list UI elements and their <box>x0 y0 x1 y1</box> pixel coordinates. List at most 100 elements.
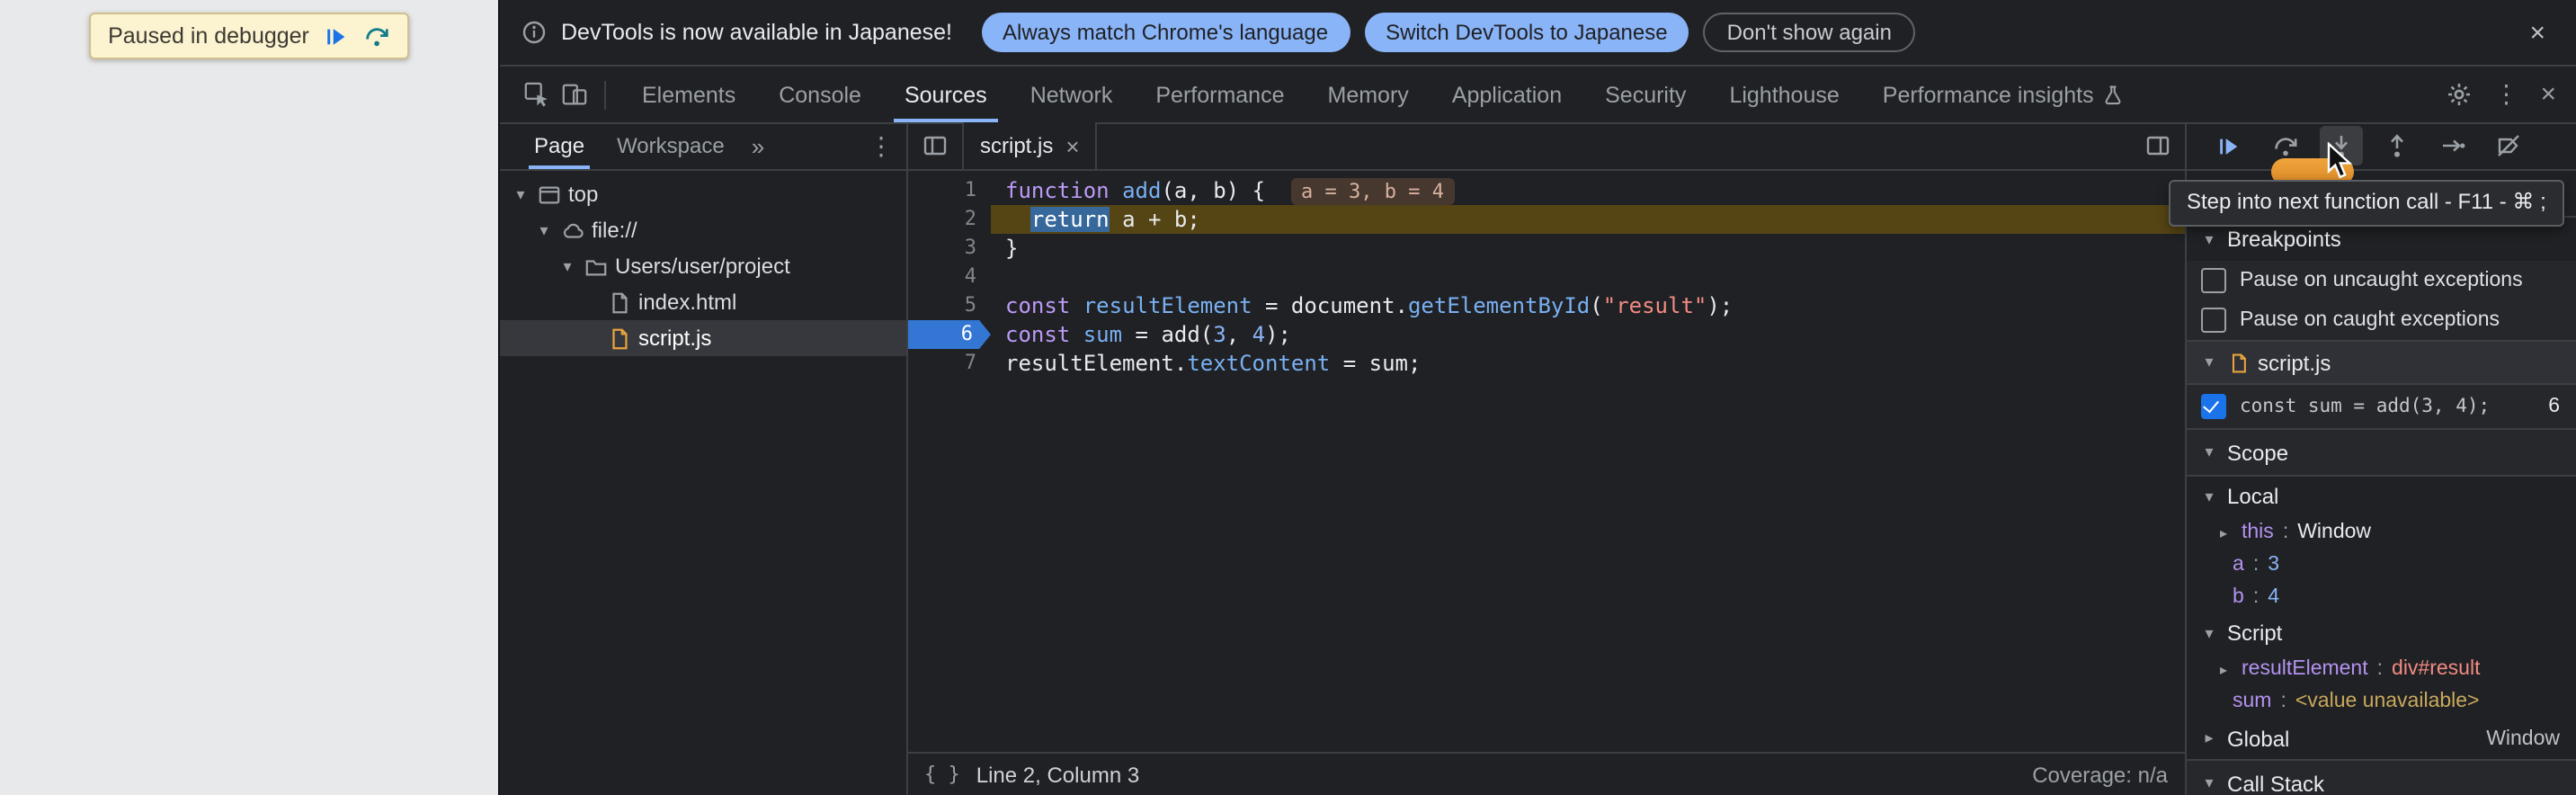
tree-item-users-user-project[interactable]: ▾Users/user/project <box>500 248 906 284</box>
scope-group-summary: Window <box>2486 728 2576 749</box>
code-line[interactable]: } <box>991 234 2184 263</box>
deactivate-breakpoints-icon[interactable] <box>2486 126 2529 165</box>
checkbox-checked[interactable] <box>2200 394 2225 419</box>
tree-item-script-js[interactable]: script.js <box>500 320 906 356</box>
toggle-navigator-icon[interactable] <box>908 133 962 158</box>
scope-group-label: Global <box>2227 726 2289 751</box>
scope-section-header[interactable]: ▾ Scope <box>2186 430 2576 477</box>
tree-item-index-html[interactable]: index.html <box>500 284 906 320</box>
tree-item-file-[interactable]: ▾file:// <box>500 212 906 248</box>
info-icon <box>521 20 547 45</box>
breakpoint-marker[interactable]: 6 <box>908 320 991 349</box>
toggle-label: Pause on caught exceptions <box>2240 309 2500 331</box>
line-number[interactable]: 5 <box>908 291 991 320</box>
scope-group-global[interactable]: ▸ Global Window <box>2186 718 2576 759</box>
code-line[interactable]: const sum = add(3, 4); <box>991 320 2184 349</box>
step-over-icon[interactable] <box>365 23 390 49</box>
tab-label: Performance insights <box>1883 82 2094 107</box>
pretty-print-icon[interactable]: { } <box>924 763 960 786</box>
code-line[interactable] <box>991 263 2184 291</box>
cloud-icon <box>561 219 584 242</box>
more-tabs-icon[interactable]: » <box>744 132 771 159</box>
scope-title: Scope <box>2227 440 2288 465</box>
line-number[interactable]: 4 <box>908 263 991 291</box>
chevron-right-icon: ▸ <box>2200 728 2218 748</box>
scope-group-label: Local <box>2227 484 2278 509</box>
scope-var-value: Window <box>2297 522 2371 543</box>
more-options-icon[interactable]: ⋮ <box>2488 79 2524 110</box>
line-number[interactable]: 7 <box>908 349 991 378</box>
tab-workspace[interactable]: Workspace <box>604 122 737 169</box>
code-line[interactable]: return a + b; <box>991 205 2184 234</box>
file-js-icon <box>2227 352 2249 373</box>
inline-values-hint: a = 3, b = 4 <box>1290 178 1455 205</box>
step-into-tooltip: Step into next function call - F11 - ⌘ ; <box>2169 180 2564 227</box>
breakpoint-file-group[interactable]: ▾ script.js <box>2186 340 2576 385</box>
pause-uncaught-exceptions-toggle[interactable]: Pause on uncaught exceptions <box>2186 261 2576 300</box>
toggle-debugger-sidebar-icon[interactable] <box>2130 133 2184 158</box>
tab-elements[interactable]: Elements <box>620 67 757 122</box>
tab-performance-insights[interactable]: Performance insights <box>1861 67 2146 122</box>
code-line[interactable]: function add(a, b) {a = 3, b = 4 <box>991 176 2184 205</box>
scope-var-resultelement[interactable]: ▸ resultElement: div#result <box>2186 653 2576 685</box>
editor-pane: script.js × 1234567 function add(a, b) {… <box>908 122 2184 795</box>
tab-label: Performance <box>1155 82 1284 107</box>
tab-sources[interactable]: Sources <box>883 67 1009 122</box>
match-chrome-language-button[interactable]: Always match Chrome's language <box>981 13 1350 52</box>
dont-show-again-button[interactable]: Don't show again <box>1704 13 1915 52</box>
frame-icon <box>538 183 561 206</box>
tab-performance[interactable]: Performance <box>1134 67 1306 122</box>
resume-script-icon[interactable] <box>325 24 349 48</box>
breakpoint-code: const sum = add(3, 4); <box>2240 396 2490 417</box>
call-stack-section-header[interactable]: ▾ Call Stack <box>2186 759 2576 795</box>
scope-group-local[interactable]: ▾ Local <box>2186 477 2576 516</box>
code-line[interactable]: resultElement.textContent = sum; <box>991 349 2184 378</box>
tab-label: Elements <box>642 82 735 107</box>
line-number[interactable]: 1 <box>908 176 991 205</box>
breakpoint-file-name: script.js <box>2258 350 2331 375</box>
tab-application[interactable]: Application <box>1431 67 1583 122</box>
device-toolbar-icon[interactable] <box>556 76 593 113</box>
screen: Paused in debugger DevTools is now avail… <box>0 0 2576 795</box>
checkbox-unchecked[interactable] <box>2200 308 2225 333</box>
editor-tab-scriptjs[interactable]: script.js × <box>962 122 1098 169</box>
chevron-right-icon: ▸ <box>2215 661 2233 677</box>
tab-console[interactable]: Console <box>757 67 883 122</box>
tree-item-top[interactable]: ▾top <box>500 176 906 212</box>
line-number[interactable]: 3 <box>908 234 991 263</box>
inspect-element-icon[interactable] <box>518 76 556 113</box>
tab-lighthouse[interactable]: Lighthouse <box>1707 67 1860 122</box>
breakpoint-line-number: 6 <box>2548 396 2576 417</box>
file-js-icon <box>608 326 631 350</box>
devtools-close-icon[interactable]: × <box>2535 79 2562 110</box>
code-line[interactable]: const resultElement = document.getElemen… <box>991 291 2184 320</box>
cursor-position-label: Line 2, Column 3 <box>976 762 1139 787</box>
tab-network[interactable]: Network <box>1009 67 1135 122</box>
pause-caught-exceptions-toggle[interactable]: Pause on caught exceptions <box>2186 300 2576 340</box>
debugger-controls <box>2186 122 2576 171</box>
scope-var-this[interactable]: ▸ this: Window <box>2186 516 2576 549</box>
code-lines: function add(a, b) {a = 3, b = 4 return … <box>991 171 2184 752</box>
line-number[interactable]: 2 <box>908 205 991 234</box>
breakpoints-title: Breakpoints <box>2227 227 2341 252</box>
tab-close-icon[interactable]: × <box>1065 132 1079 159</box>
scope-var-value: div#result <box>2392 658 2480 680</box>
navigator-menu-icon[interactable]: ⋮ <box>863 130 899 161</box>
tab-memory[interactable]: Memory <box>1306 67 1431 122</box>
tab-page[interactable]: Page <box>521 122 597 169</box>
step-out-icon[interactable] <box>2375 126 2418 165</box>
step-icon[interactable] <box>2430 126 2473 165</box>
checkbox-unchecked[interactable] <box>2200 268 2225 293</box>
scope-group-script[interactable]: ▾ Script <box>2186 613 2576 653</box>
scope-var-sum: sum: <value unavailable> <box>2186 685 2576 718</box>
settings-gear-icon[interactable] <box>2439 76 2477 113</box>
switch-to-japanese-button[interactable]: Switch DevTools to Japanese <box>1364 13 1689 52</box>
infobar-close-icon[interactable]: × <box>2520 15 2554 49</box>
code-editor[interactable]: 1234567 function add(a, b) {a = 3, b = 4… <box>908 171 2184 752</box>
tab-security[interactable]: Security <box>1583 67 1707 122</box>
devtools-content: Page Workspace » ⋮ ▾top▾file://▾Users/us… <box>500 122 2576 795</box>
resume-icon[interactable] <box>2207 126 2251 165</box>
tab-label: Lighthouse <box>1729 82 1839 107</box>
breakpoint-entry[interactable]: const sum = add(3, 4); 6 <box>2186 385 2576 430</box>
tab-label: Network <box>1030 82 1113 107</box>
